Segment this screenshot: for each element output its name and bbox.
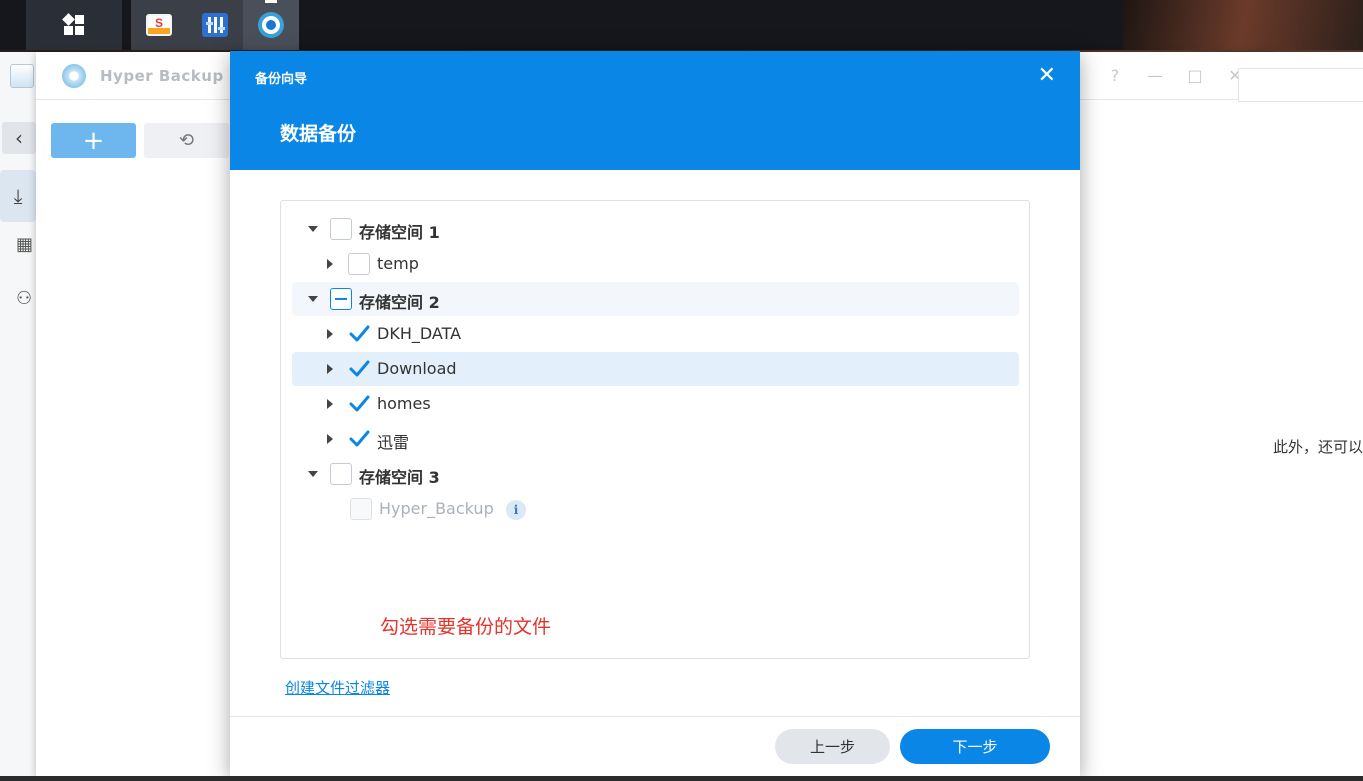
checkbox-temp[interactable] (348, 253, 370, 275)
checkbox-volume-1[interactable] (330, 218, 352, 240)
window-title: Hyper Backup (100, 66, 224, 85)
previous-button[interactable]: 上一步 (775, 729, 890, 764)
active-app-marker (265, 0, 277, 3)
tree-row-volume-1[interactable]: 存储空间 1 (292, 212, 1019, 246)
back-button[interactable]: ‹ (2, 122, 36, 154)
storage-app-icon: S (146, 14, 172, 36)
checkmark-icon[interactable] (348, 393, 370, 415)
storage-app-icon (10, 64, 34, 88)
history-icon: ⟲ (178, 130, 195, 151)
history-button[interactable]: ⟲ (144, 123, 229, 158)
tree-row-temp[interactable]: temp (292, 247, 1019, 281)
tree-row-xunlei[interactable]: 迅雷 (292, 422, 1019, 456)
tree-row-dkh-data[interactable]: DKH_DATA (292, 317, 1019, 351)
tree-label: Hyper_Backup (379, 499, 494, 518)
tree-label: DKH_DATA (377, 324, 462, 343)
tree-label: 迅雷 (377, 433, 410, 452)
dialog-footer: 上一步 下一步 (230, 716, 1080, 776)
expand-arrow-icon[interactable] (308, 226, 318, 232)
background-content-right (1274, 52, 1363, 781)
backup-wizard-dialog: 备份向导 ✕ 数据备份 存储空间 1 temp 存储空间 2 DKH_DATA (230, 51, 1080, 776)
hyper-backup-icon (258, 12, 284, 38)
users-nav-icon[interactable]: ⚇ (16, 288, 32, 309)
backup-nav-icon[interactable]: ⤓ (0, 170, 36, 222)
close-dialog-button[interactable]: ✕ (1038, 63, 1056, 88)
taskbar: S (0, 0, 1363, 50)
create-file-filter-link[interactable]: 创建文件过滤器 (285, 677, 390, 698)
folder-tree: 存储空间 1 temp 存储空间 2 DKH_DATA Download hom… (280, 200, 1030, 659)
svg-text:S: S (155, 16, 163, 30)
tree-label: temp (377, 254, 419, 273)
apps-nav-icon[interactable]: ▦ (16, 234, 33, 255)
taskbar-app-storage[interactable]: S (131, 0, 187, 50)
tree-row-volume-2[interactable]: 存储空间 2 (292, 282, 1019, 316)
background-description-text: 此外，还可以 (1273, 438, 1363, 456)
checkmark-icon[interactable] (348, 358, 370, 380)
checkbox-hyper-backup-disabled (350, 498, 372, 520)
info-icon[interactable]: i (506, 500, 526, 520)
main-menu-icon (62, 13, 84, 35)
hyper-backup-icon (62, 63, 86, 88)
checkbox-volume-3[interactable] (330, 463, 352, 485)
main-menu-button[interactable] (26, 0, 122, 50)
step-title: 数据备份 (280, 123, 357, 145)
taskbar-app-hyper-backup[interactable] (243, 0, 299, 50)
expand-arrow-icon[interactable] (308, 471, 318, 477)
tree-row-volume-3[interactable]: 存储空间 3 (292, 457, 1019, 491)
tree-label: 存储空间 2 (359, 293, 440, 312)
tree-label: homes (377, 394, 431, 413)
collapsed-arrow-icon[interactable] (327, 329, 333, 339)
collapsed-arrow-icon[interactable] (327, 364, 333, 374)
tree-label: Download (377, 359, 457, 378)
dialog-header: 备份向导 ✕ 数据备份 (230, 51, 1080, 170)
help-button[interactable]: ? (1106, 66, 1124, 85)
collapsed-arrow-icon[interactable] (327, 259, 333, 269)
tree-row-homes[interactable]: homes (292, 387, 1019, 421)
tree-label: 存储空间 3 (359, 468, 440, 487)
minimize-button[interactable]: — (1146, 66, 1164, 85)
checkmark-icon[interactable] (348, 428, 370, 450)
next-button[interactable]: 下一步 (900, 729, 1050, 764)
taskbar-app-control-panel[interactable] (187, 0, 243, 50)
control-panel-icon (202, 13, 228, 37)
add-backup-button[interactable]: + (51, 123, 136, 158)
background-window-edge: ‹ ⤓ ▦ ⚇ (0, 52, 36, 781)
collapsed-arrow-icon[interactable] (327, 434, 333, 444)
background-search-field (1238, 68, 1363, 102)
annotation-text: 勾选需要备份的文件 (380, 616, 552, 638)
collapsed-arrow-icon[interactable] (327, 399, 333, 409)
desktop-wallpaper-strip (1123, 0, 1363, 50)
window-controls: ? — □ ✕ (1106, 66, 1244, 85)
desktop-bottom-strip (0, 776, 1363, 781)
expand-arrow-icon[interactable] (308, 296, 318, 302)
tree-row-hyper-backup: Hyper_Backup i (292, 492, 1019, 526)
wizard-title: 备份向导 (255, 72, 308, 87)
checkbox-volume-2-partial[interactable] (330, 288, 352, 310)
checkmark-icon[interactable] (348, 323, 370, 345)
tree-label: 存储空间 1 (359, 223, 440, 242)
maximize-button[interactable]: □ (1186, 66, 1204, 85)
tree-row-download[interactable]: Download (292, 352, 1019, 386)
